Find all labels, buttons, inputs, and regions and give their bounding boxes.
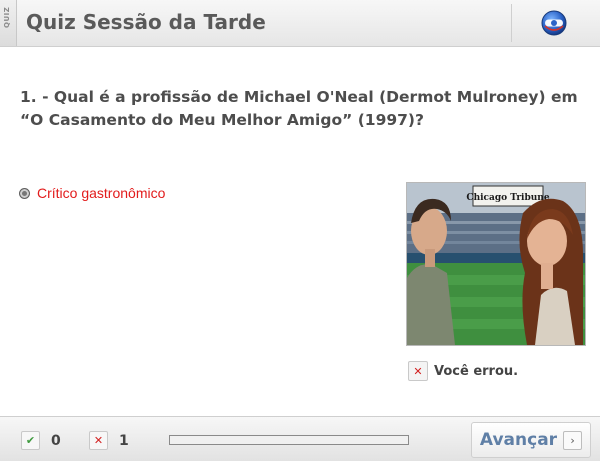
answer-option-label: Crítico gastronômico	[37, 185, 166, 201]
wrong-score: ✕ 1	[89, 431, 129, 450]
footer-bar: ✔ 0 ✕ 1 Avançar ›	[0, 416, 600, 461]
globo-logo-icon	[541, 10, 567, 36]
stadium-sign-text: Chicago Tribune	[466, 193, 549, 203]
quiz-tab-label: QUIZ	[3, 6, 11, 28]
check-icon: ✔	[21, 431, 40, 450]
x-icon: ✕	[89, 431, 108, 450]
wrong-count: 1	[119, 432, 129, 449]
answer-option[interactable]: Crítico gastronômico	[19, 185, 165, 201]
header-divider	[511, 4, 512, 42]
chevron-right-icon: ›	[563, 430, 583, 450]
radio-selected-icon[interactable]	[19, 187, 30, 199]
question-text: 1. - Qual é a profissão de Michael O'Nea…	[20, 88, 578, 129]
page-title: Quiz Sessão da Tarde	[26, 10, 266, 34]
next-button-label: Avançar	[479, 430, 558, 450]
x-icon: ✕	[408, 361, 428, 381]
progress-bar	[169, 435, 409, 445]
result-text: Você errou.	[434, 363, 519, 379]
correct-count: 0	[51, 432, 61, 449]
next-button[interactable]: Avançar ›	[471, 422, 591, 458]
header-bar: QUIZ Quiz Sessão da Tarde	[0, 0, 600, 47]
correct-score: ✔ 0	[21, 431, 61, 450]
result-message: ✕ Você errou.	[408, 361, 518, 381]
movie-still-image: Chicago Tribune	[406, 182, 586, 346]
quiz-side-tab: QUIZ	[0, 0, 17, 46]
